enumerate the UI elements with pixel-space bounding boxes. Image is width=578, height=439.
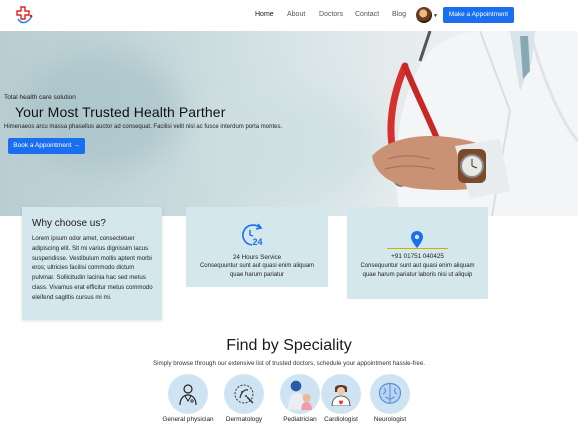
chevron-down-icon[interactable]: ▼: [433, 13, 438, 19]
hero-section: Total health care solution Your Most Tru…: [0, 31, 578, 216]
why-choose-us-text: Lorem ipsum odor amet, consectetuer adip…: [32, 235, 153, 301]
brain-icon: [378, 382, 402, 404]
service-text: Consequuntur sunt aut quasi enim aliquam…: [199, 263, 315, 278]
why-choose-us-card: Why choose us? Lorem ipsum odor amet, co…: [22, 207, 162, 320]
divider: [387, 248, 448, 249]
speciality-subtitle: Simply browse through our extensive list…: [152, 360, 426, 367]
clock-24-icon: 24: [242, 223, 263, 247]
speciality-icon-circle: [224, 374, 264, 414]
hero-title: Your Most Trusted Health Parther: [15, 104, 226, 120]
doctor-image: [372, 31, 578, 216]
book-appointment-button[interactable]: Book a Appointment →: [8, 138, 85, 154]
dermatology-icon: [234, 384, 254, 404]
speciality-label: Neurologist: [373, 416, 407, 423]
speciality-label: Dermatology: [225, 416, 263, 423]
physician-icon: [179, 384, 197, 406]
why-choose-us-title: Why choose us?: [32, 218, 106, 229]
speciality-icon-circle: [321, 374, 361, 414]
nav-link-doctors[interactable]: Doctors: [319, 11, 343, 18]
service-card: 24 24 Hours Service Consequuntur sunt au…: [186, 207, 328, 287]
logo-icon[interactable]: [14, 5, 34, 25]
speciality-item-general-physician[interactable]: General physician: [158, 374, 218, 423]
speciality-item-neurologist[interactable]: Neurologist: [360, 374, 420, 423]
location-pin-icon: [411, 231, 423, 248]
contact-phone: +91 01751 040425: [391, 253, 444, 260]
service-heading: 24 Hours Service: [232, 254, 282, 261]
nav-link-about[interactable]: About: [287, 11, 305, 18]
nav-link-home[interactable]: Home: [255, 11, 274, 18]
hero-kicker: Total health care solution: [4, 94, 76, 101]
contact-text: Consequuntur sunt aut quasi enim aliquam…: [360, 263, 475, 278]
nav-link-contact[interactable]: Contact: [355, 11, 379, 18]
navbar: Home About Doctors Contact Blog ▼ Make a…: [0, 0, 578, 31]
make-appointment-button[interactable]: Make a Appointment: [443, 7, 514, 23]
speciality-label: General physician: [162, 416, 214, 423]
svg-text:24: 24: [253, 237, 263, 247]
nav-link-blog[interactable]: Blog: [392, 11, 406, 18]
speciality-item-dermatology[interactable]: Dermatology: [214, 374, 274, 423]
contact-card: +91 01751 040425 Consequuntur sunt aut q…: [347, 207, 488, 299]
speciality-icon-circle: [168, 374, 208, 414]
hero-subtitle: Himenaeos arcu massa phasellus auctor ad…: [4, 124, 283, 130]
speciality-title: Find by Speciality: [226, 337, 352, 354]
avatar[interactable]: [416, 7, 432, 23]
cardiologist-icon: [331, 385, 351, 406]
hero-background-blur: [200, 91, 380, 201]
speciality-icon-circle: [370, 374, 410, 414]
